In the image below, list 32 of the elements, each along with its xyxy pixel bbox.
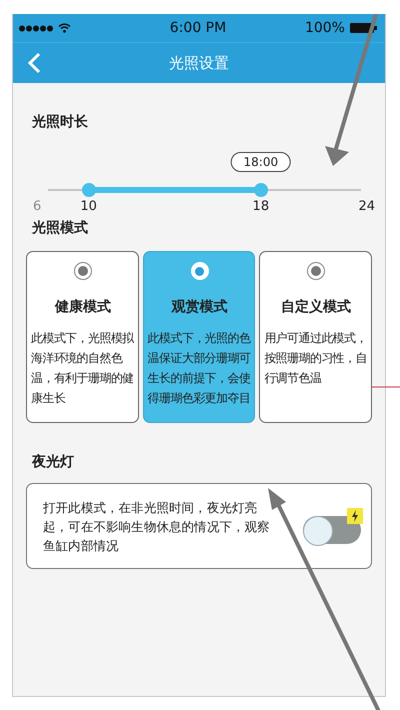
- annotation-line: [372, 386, 400, 388]
- slider-handle[interactable]: [82, 183, 96, 197]
- value-tooltip: 18:00: [230, 152, 292, 172]
- clock-time: 6:00 PM: [170, 20, 226, 36]
- radio-button[interactable]: [74, 262, 92, 280]
- min-label: 6: [33, 199, 42, 214]
- battery-percent: 100%: [304, 20, 345, 36]
- section-heading: 夜光灯: [30, 453, 75, 471]
- radio-button[interactable]: [307, 262, 326, 280]
- signal-icon: [19, 24, 53, 32]
- handle-label: 10: [80, 199, 97, 214]
- mode-card[interactable]: 健康模式 此模式下，光照模拟海洋环境的自然色温，有利于珊瑚的健康生长: [26, 251, 139, 423]
- setting-description: 打开此模式，在非光照时间，夜光灯亮起，可在不影响生物休息的情况下，观察鱼缸内部情况: [43, 498, 271, 554]
- range-slider[interactable]: 18:00 6 10 18 24: [26, 151, 383, 219]
- max-label: 24: [358, 199, 375, 214]
- mode-title: 自定义模式: [281, 298, 352, 316]
- mode-description: 用户可通过此模式，按照珊瑚的习性，自行调节色温: [264, 330, 368, 387]
- section-heading: 光照模式: [30, 219, 89, 237]
- mode-title: 观赏模式: [172, 298, 228, 316]
- wifi-icon: [58, 23, 71, 33]
- mode-description: 此模式下，光照的色温保证大部分珊瑚可生长的前提下，会使得珊瑚色彩更加夺目: [148, 330, 252, 407]
- section-heading: 光照时长: [30, 113, 89, 131]
- screen-title: 光照设置: [168, 54, 230, 72]
- slider-handle[interactable]: [254, 183, 268, 197]
- mode-title: 健康模式: [54, 298, 111, 316]
- toggle-switch[interactable]: [303, 516, 361, 544]
- back-icon[interactable]: [27, 52, 41, 74]
- handle-label: 18: [252, 199, 270, 214]
- mode-card[interactable]: 观赏模式 此模式下，光照的色温保证大部分珊瑚可生长的前提下，会使得珊瑚色彩更加夺目: [142, 251, 256, 423]
- lightning-icon: [347, 508, 363, 524]
- mode-card[interactable]: 自定义模式 用户可通过此模式，按照珊瑚的习性，自行调节色温: [259, 251, 372, 423]
- mode-description: 此模式下，光照模拟海洋环境的自然色温，有利于珊瑚的健康生长: [31, 330, 135, 407]
